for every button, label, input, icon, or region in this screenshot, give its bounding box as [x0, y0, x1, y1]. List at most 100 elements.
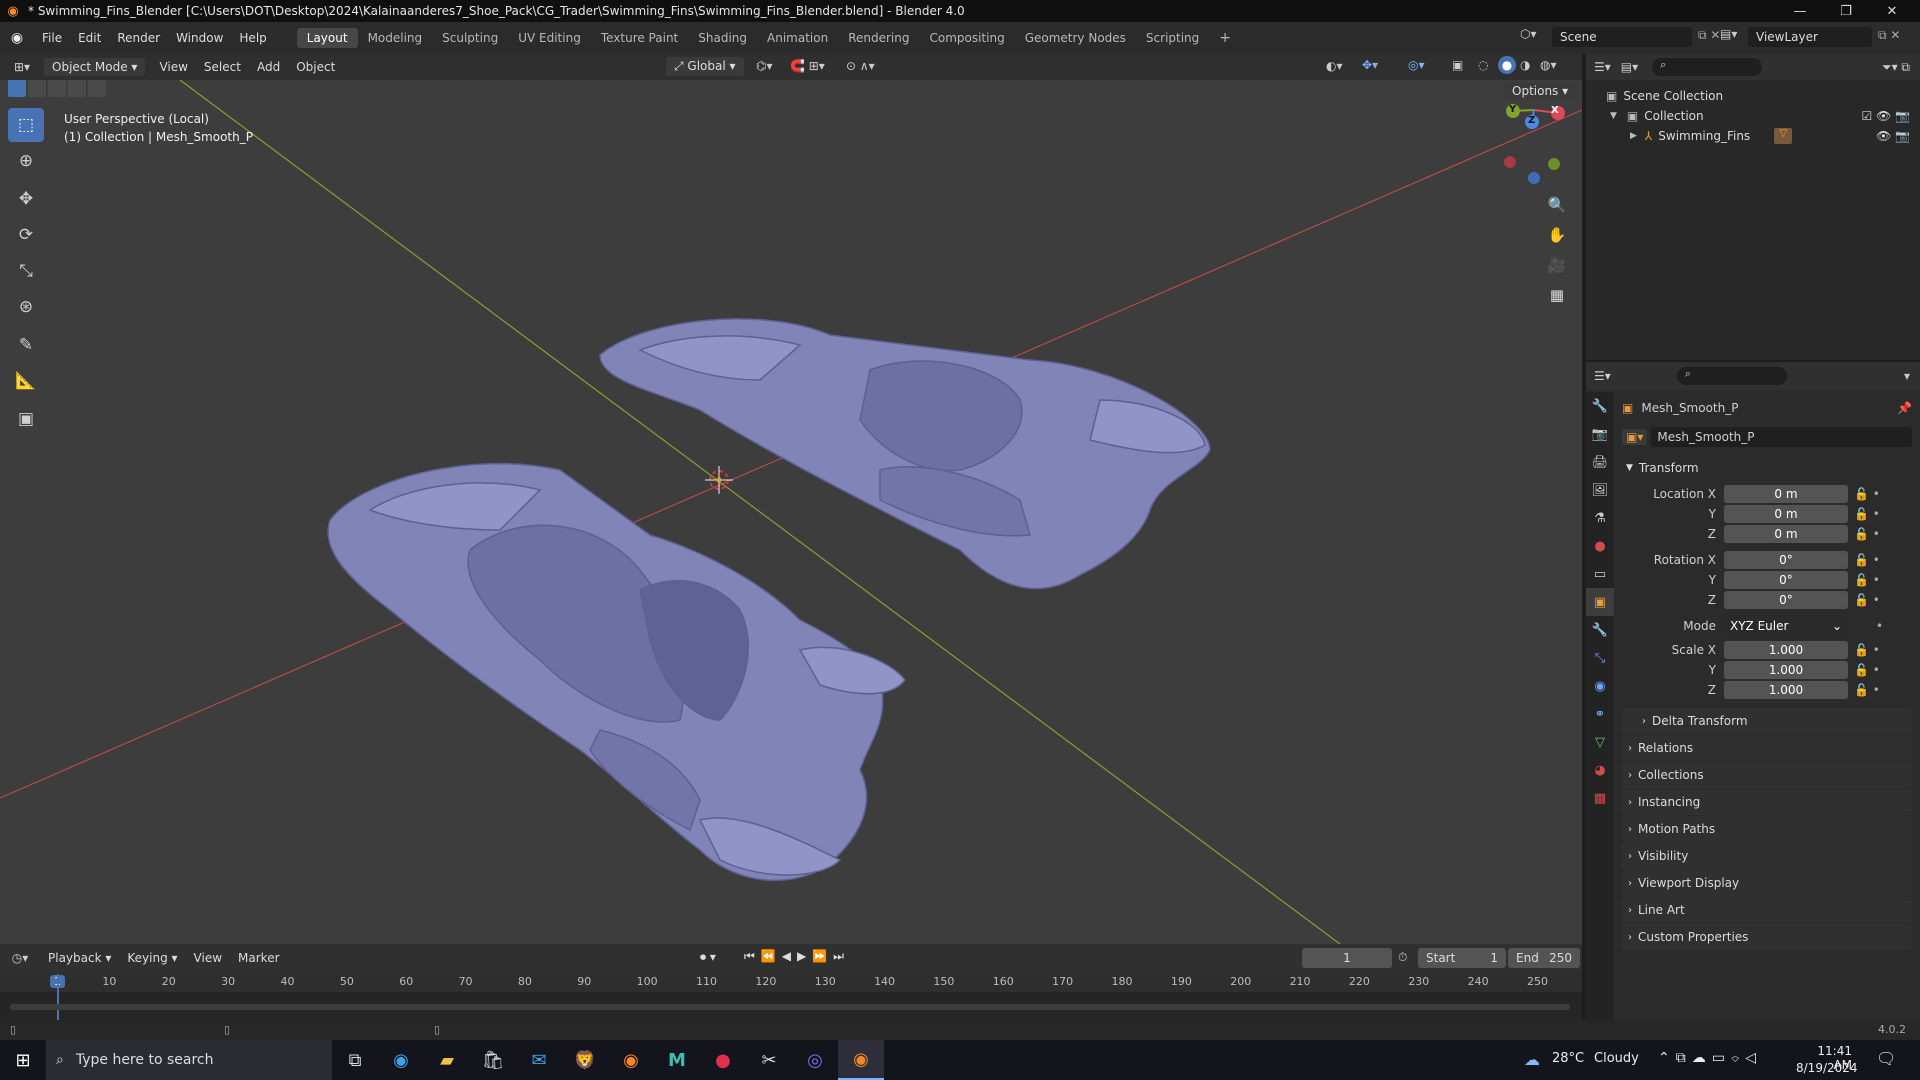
datablock-browse-icon[interactable]: ▣▾ [1622, 429, 1648, 445]
visibility-panel[interactable]: › Visibility [1622, 843, 1912, 869]
blender-menu-icon[interactable]: ◉ [0, 30, 34, 46]
menu-file[interactable]: File [34, 31, 70, 45]
timeline-menu-playback[interactable]: Playback ▾ [40, 951, 119, 965]
select-new-icon[interactable] [8, 80, 26, 97]
taskbar-search[interactable]: ⌕ Type here to search [46, 1040, 332, 1080]
tab-compositing[interactable]: Compositing [919, 28, 1014, 48]
viewlayer-icon[interactable]: ▤▾ [1720, 27, 1737, 41]
location-y-field[interactable]: 0 m [1724, 505, 1848, 523]
modifier-tab-icon[interactable]: 🔧 [1586, 616, 1614, 644]
orientation-dropdown[interactable]: ⤢ Global ▾ [666, 57, 744, 76]
current-frame-field[interactable]: 1 [1302, 948, 1392, 968]
object-toggles-icon[interactable]: 👁 📷 [1876, 129, 1910, 143]
tab-uv-editing[interactable]: UV Editing [508, 28, 591, 48]
gizmo-toggle-icon[interactable]: ✥▾ [1362, 58, 1378, 72]
clock-date[interactable]: 8/19/2024 [1796, 1061, 1858, 1075]
line-art-panel[interactable]: › Line Art [1622, 897, 1912, 923]
solid-shading-icon[interactable]: ● [1498, 56, 1516, 74]
minimize-button[interactable]: — [1778, 0, 1822, 22]
system-tray-icons[interactable]: ⌃⧉☁▭⌔◁ [1658, 1050, 1762, 1066]
tab-animation[interactable]: Animation [757, 28, 838, 48]
tab-shading[interactable]: Shading [688, 28, 757, 48]
wireframe-shading-icon[interactable]: ◌ [1478, 58, 1488, 72]
lock-icon[interactable]: 🔓 • [1854, 553, 1880, 567]
scale-z-field[interactable]: 1.000 [1724, 681, 1848, 699]
outliner-row-swimming-fins[interactable]: ▶ ⅄ Swimming_Fins ▽ 👁 📷 [1586, 126, 1920, 146]
tab-geometry-nodes[interactable]: Geometry Nodes [1015, 28, 1136, 48]
overlay-toggle-icon[interactable]: ◎▾ [1408, 58, 1425, 72]
instancing-panel[interactable]: › Instancing [1622, 789, 1912, 815]
timeline-menu-view[interactable]: View [186, 951, 230, 965]
viewlayer-field[interactable]: ViewLayer [1748, 27, 1872, 47]
editor-type-icon[interactable]: ⊞▾ [0, 60, 44, 74]
lock-icon[interactable]: 🔓 • [1854, 663, 1880, 677]
close-button[interactable]: ✕ [1870, 0, 1914, 22]
mail-icon[interactable]: ✉ [516, 1040, 562, 1080]
viewlayer-actions-icon[interactable]: ⧉ ✕ [1878, 28, 1900, 43]
visibility-icon[interactable]: ◐▾ [1326, 59, 1343, 73]
transform-panel-header[interactable]: ▼ Transform [1622, 456, 1912, 480]
physics-tab-icon[interactable]: ◉ [1586, 672, 1614, 700]
select-box-tool-icon[interactable]: ⬚ [8, 108, 44, 142]
annotate-tool-icon[interactable]: ✎ [8, 328, 44, 362]
select-intersect-icon[interactable] [88, 80, 106, 97]
data-tab-icon[interactable]: ▽ [1586, 728, 1614, 756]
viewport-menu-view[interactable]: View [151, 60, 195, 74]
scene-canvas[interactable] [0, 80, 1582, 944]
viewport-menu-select[interactable]: Select [196, 60, 249, 74]
outliner-filter-icon[interactable]: ⏷▾ ⧉ [1882, 60, 1910, 75]
relations-panel[interactable]: › Relations [1622, 735, 1912, 761]
datablock-name-field[interactable]: Mesh_Smooth_P [1651, 427, 1912, 447]
lock-icon[interactable]: 🔓 • [1854, 573, 1880, 587]
lock-icon[interactable]: 🔓 • [1854, 507, 1880, 521]
transform-tool-icon[interactable]: ⊛ [8, 290, 44, 324]
scale-x-field[interactable]: 1.000 [1724, 641, 1848, 659]
rotation-x-field[interactable]: 0° [1724, 551, 1848, 569]
pin-icon[interactable]: 📌 [1897, 401, 1912, 415]
lock-icon[interactable]: 🔓 • [1854, 593, 1880, 607]
scene-field[interactable]: Scene [1552, 27, 1692, 47]
location-z-field[interactable]: 0 m [1724, 525, 1848, 543]
camera-view-icon[interactable]: 🎥 [1542, 250, 1572, 280]
scale-tool-icon[interactable]: ⤡ [8, 254, 44, 288]
snap-icon[interactable]: 🧲 ⊞▾ [790, 59, 825, 73]
rotation-y-field[interactable]: 0° [1724, 571, 1848, 589]
menu-edit[interactable]: Edit [70, 31, 109, 45]
file-explorer-icon[interactable]: ▰ [424, 1040, 470, 1080]
custom-properties-panel[interactable]: › Custom Properties [1622, 924, 1912, 950]
add-cube-tool-icon[interactable]: ▣ [8, 402, 44, 436]
constraints-tab-icon[interactable]: ⚭ [1586, 700, 1614, 728]
collections-panel[interactable]: › Collections [1622, 762, 1912, 788]
outliner-row-collection[interactable]: ▼ ▣ Collection ☑ 👁 📷 [1586, 106, 1920, 126]
delta-transform-subpanel[interactable]: › Delta Transform [1622, 708, 1912, 734]
viewport-menu-add[interactable]: Add [249, 60, 288, 74]
menu-render[interactable]: Render [109, 31, 168, 45]
outliner-row-scene-collection[interactable]: ▣ Scene Collection [1586, 86, 1920, 106]
blender-app-icon[interactable]: ◉ [608, 1040, 654, 1080]
restore-button[interactable]: ❐ [1824, 0, 1868, 22]
scene-icon[interactable]: ⬡▾ [1520, 27, 1537, 41]
weather-temp[interactable]: 28°C [1552, 1051, 1584, 1066]
collection-expand-icon[interactable]: ▼ [1610, 111, 1617, 121]
move-tool-icon[interactable]: ✥ [8, 182, 44, 216]
brave-browser-icon[interactable]: 🦁 [562, 1040, 608, 1080]
tool-tab-icon[interactable]: 🔧 [1586, 392, 1614, 420]
scale-y-field[interactable]: 1.000 [1724, 661, 1848, 679]
playback-controls-icon[interactable]: ⏮⏪◀▶⏩⏭ [744, 949, 850, 964]
xray-icon[interactable]: ▣ [1452, 58, 1463, 72]
render-tab-icon[interactable]: 📷 [1586, 420, 1614, 448]
mode-dropdown[interactable]: Object Mode ▾ [44, 58, 146, 76]
menu-window[interactable]: Window [168, 31, 231, 45]
motion-paths-panel[interactable]: › Motion Paths [1622, 816, 1912, 842]
notification-icon[interactable]: 🗨 [1876, 1049, 1896, 1068]
display-mode-icon[interactable]: ▤▾ [1621, 60, 1638, 74]
location-x-field[interactable]: 0 m [1724, 485, 1848, 503]
cursor-tool-icon[interactable]: ⊕ [8, 144, 44, 178]
rotate-tool-icon[interactable]: ⟳ [8, 218, 44, 252]
texture-tab-icon[interactable]: ▩ [1586, 784, 1614, 812]
timeline-ruler[interactable]: 1102030405060708090100110120130140150160… [0, 972, 1582, 992]
3d-viewport[interactable]: X Y Z User Perspective (Local) (1) Colle… [0, 80, 1582, 944]
gizmo-z-label[interactable]: Z [1528, 115, 1535, 126]
object-expand-icon[interactable]: ▶ [1630, 131, 1637, 141]
blender-active-app-icon[interactable]: ◉ [838, 1040, 884, 1080]
